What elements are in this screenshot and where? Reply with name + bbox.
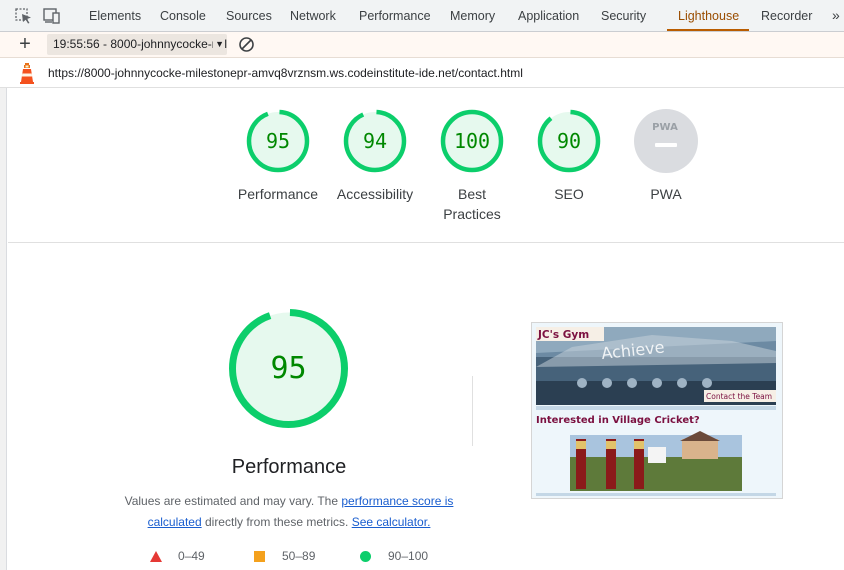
tab-lighthouse[interactable]: Lighthouse — [678, 0, 739, 32]
performance-large-gauge[interactable]: 95 — [228, 308, 349, 429]
circle-icon — [360, 551, 371, 562]
legend-range: 50–89 — [282, 549, 316, 563]
report-selector-value: 19:55:56 - 8000-johnnycocke-milestonepr-… — [53, 37, 227, 51]
gauge-label: Best Practices — [443, 186, 501, 222]
site-heading: Interested in Village Cricket? — [536, 415, 700, 426]
tab-console[interactable]: Console — [160, 0, 206, 32]
score-gauge-seo: 90 — [537, 109, 601, 173]
svg-text:PWA: PWA — [652, 122, 678, 133]
tab-network[interactable]: Network — [290, 0, 336, 32]
lighthouse-logo-icon — [20, 63, 34, 84]
performance-score-value: 95 — [270, 351, 306, 386]
active-tab-indicator — [667, 29, 749, 31]
see-calculator-link[interactable]: See calculator. — [352, 515, 431, 529]
device-toolbar-icon[interactable] — [43, 8, 61, 24]
more-tabs-icon[interactable]: » — [832, 0, 840, 32]
gauge-label: Performance — [237, 186, 319, 202]
report-url[interactable]: https://8000-johnnycocke-milestonepr-amv… — [48, 66, 523, 80]
inspect-element-icon[interactable] — [15, 8, 33, 24]
new-report-button[interactable]: + — [14, 33, 36, 55]
score-value: 90 — [557, 129, 581, 153]
gauge-label: PWA — [650, 186, 682, 202]
triangle-icon — [150, 551, 162, 562]
tab-security[interactable]: Security — [601, 0, 646, 32]
score-value: 94 — [363, 129, 387, 153]
gauge-performance[interactable]: 95 Performance — [228, 108, 328, 204]
panel-left-edge — [0, 88, 7, 570]
gauge-accessibility[interactable]: 94 Accessibility — [325, 108, 425, 204]
site-screenshot: Achieve JC's Gym Contact the Team Intere… — [532, 323, 782, 498]
tab-performance[interactable]: Performance — [359, 0, 431, 32]
gauge-label: Accessibility — [336, 186, 414, 202]
clear-all-icon[interactable] — [238, 36, 255, 53]
gauge-best-practices[interactable]: 100 Best Practices — [422, 108, 522, 224]
score-gauge-accessibility: 94 — [343, 109, 407, 173]
site-title: JC's Gym — [537, 329, 589, 341]
tab-application[interactable]: Application — [518, 0, 579, 32]
performance-description: Values are estimated and may vary. The p… — [110, 491, 468, 533]
chevron-down-icon: ▼ — [213, 34, 224, 55]
gauge-label: SEO — [554, 186, 584, 202]
score-gauge-best-practices: 100 — [440, 109, 504, 173]
gauge-pwa[interactable]: PWA PWA — [616, 108, 716, 204]
devtools-tab-bar: Elements Console Sources Network Perform… — [0, 0, 844, 32]
score-value: 95 — [266, 129, 290, 153]
legend-range: 0–49 — [178, 549, 205, 563]
desc-text: Values are estimated and may vary. The — [124, 494, 342, 508]
report-url-row: https://8000-johnnycocke-milestonepr-amv… — [0, 58, 844, 88]
score-gauge-performance: 95 — [246, 109, 310, 173]
legend-range: 90–100 — [388, 549, 429, 563]
final-screenshot-thumbnail[interactable]: Achieve JC's Gym Contact the Team Intere… — [531, 322, 783, 499]
performance-heading: Performance — [231, 456, 347, 478]
pwa-badge-icon: PWA — [634, 109, 698, 173]
category-divider — [472, 376, 473, 446]
square-icon — [254, 551, 265, 562]
tab-memory[interactable]: Memory — [450, 0, 495, 32]
report-selector[interactable]: 19:55:56 - 8000-johnnycocke-milestonepr-… — [47, 34, 227, 55]
tab-sources[interactable]: Sources — [226, 0, 272, 32]
lighthouse-toolbar: + 19:55:56 - 8000-johnnycocke-milestonep… — [0, 32, 844, 58]
desc-text: directly from these metrics. — [201, 515, 352, 529]
gauge-seo[interactable]: 90 SEO — [519, 108, 619, 204]
score-value: 100 — [454, 129, 490, 153]
summary-divider — [8, 242, 844, 243]
nav-button-text: Contact the Team — [706, 392, 772, 401]
tab-recorder[interactable]: Recorder — [761, 0, 812, 32]
tab-elements[interactable]: Elements — [89, 0, 141, 32]
